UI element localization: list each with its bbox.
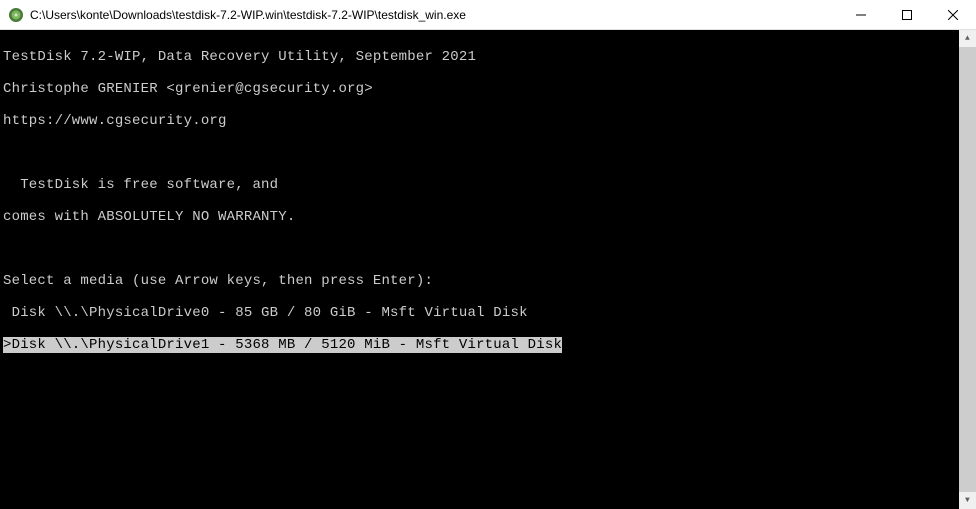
warranty-line: TestDisk is free software, and xyxy=(3,177,976,193)
blank-line xyxy=(3,465,976,481)
console-output[interactable]: TestDisk 7.2-WIP, Data Recovery Utility,… xyxy=(0,30,976,509)
window-controls xyxy=(838,0,976,29)
minimize-button[interactable] xyxy=(838,0,884,29)
select-prompt: Select a media (use Arrow keys, then pre… xyxy=(3,273,976,289)
blank-line xyxy=(3,497,976,509)
scrollbar-down-icon[interactable]: ▼ xyxy=(959,492,976,509)
scrollbar[interactable]: ▲ ▼ xyxy=(959,30,976,509)
titlebar: C:\Users\konte\Downloads\testdisk-7.2-WI… xyxy=(0,0,976,30)
blank-line xyxy=(3,369,976,385)
disk-item-selected[interactable]: >Disk \\.\PhysicalDrive1 - 5368 MB / 512… xyxy=(3,337,976,353)
header-line: https://www.cgsecurity.org xyxy=(3,113,976,129)
maximize-button[interactable] xyxy=(884,0,930,29)
scrollbar-thumb[interactable] xyxy=(959,47,976,492)
close-button[interactable] xyxy=(930,0,976,29)
window-title: C:\Users\konte\Downloads\testdisk-7.2-WI… xyxy=(30,8,838,22)
blank-line xyxy=(3,433,976,449)
scrollbar-up-icon[interactable]: ▲ xyxy=(959,30,976,47)
warranty-line: comes with ABSOLUTELY NO WARRANTY. xyxy=(3,209,976,225)
header-line: TestDisk 7.2-WIP, Data Recovery Utility,… xyxy=(3,49,976,65)
disk-item[interactable]: Disk \\.\PhysicalDrive0 - 85 GB / 80 GiB… xyxy=(3,305,976,321)
blank-line xyxy=(3,145,976,161)
header-line: Christophe GRENIER <grenier@cgsecurity.o… xyxy=(3,81,976,97)
app-icon xyxy=(8,7,24,23)
blank-line xyxy=(3,241,976,257)
blank-line xyxy=(3,401,976,417)
